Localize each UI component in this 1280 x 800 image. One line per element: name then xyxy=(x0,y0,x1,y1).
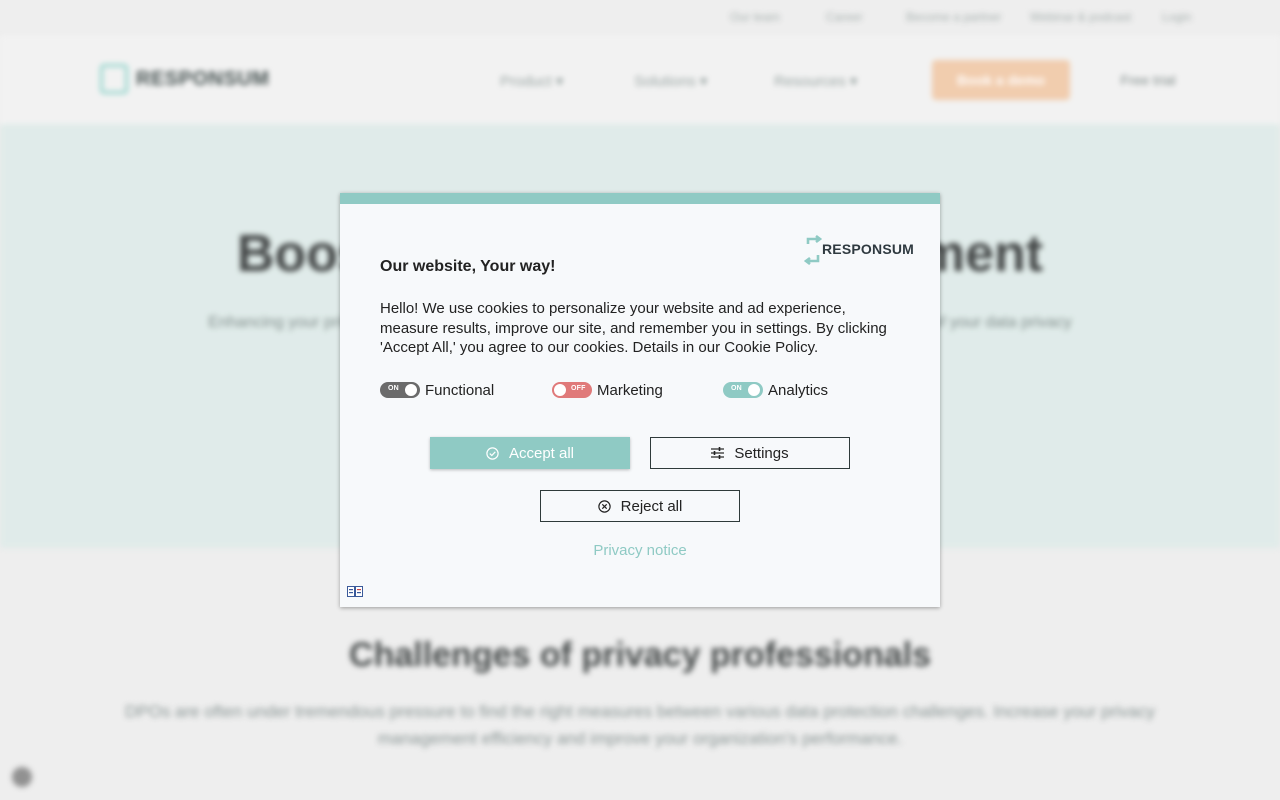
switch-state: ON xyxy=(731,385,742,392)
privacy-notice-link[interactable]: Privacy notice xyxy=(340,542,940,559)
toggle-label: Functional xyxy=(425,382,495,399)
sliders-icon xyxy=(711,447,725,459)
switch-knob xyxy=(553,383,567,397)
switch-knob xyxy=(404,383,418,397)
dialog-body: Hello! We use cookies to personalize you… xyxy=(380,300,887,357)
analytics-switch[interactable]: ON xyxy=(723,382,763,398)
reject-all-button[interactable]: Reject all xyxy=(540,490,740,522)
toggle-marketing[interactable]: OFF Marketing xyxy=(552,382,692,400)
dialog-title: Our website, Your way! xyxy=(380,258,556,275)
cookie-consent-dialog: RESPONSUM Our website, Your way! Hello! … xyxy=(340,193,940,607)
switch-state: ON xyxy=(388,385,399,392)
x-circle-icon xyxy=(597,499,611,513)
marketing-switch[interactable]: OFF xyxy=(552,382,592,398)
toggle-functional[interactable]: ON Functional xyxy=(380,382,520,400)
switch-knob xyxy=(747,383,761,397)
dialog-accent-bar xyxy=(340,193,940,204)
check-circle-icon xyxy=(486,446,499,460)
accept-all-label: Accept all xyxy=(508,444,575,462)
functional-switch[interactable]: ON xyxy=(380,382,420,398)
responsum-logo-icon xyxy=(803,234,823,266)
settings-label: Settings xyxy=(734,444,789,462)
responsum-logo: RESPONSUM xyxy=(803,234,914,266)
toggle-label: Analytics xyxy=(768,382,829,399)
toggle-analytics[interactable]: ON Analytics xyxy=(723,382,863,400)
reject-all-label: Reject all xyxy=(620,497,683,515)
logo-wordmark: RESPONSUM xyxy=(822,241,915,257)
settings-button[interactable]: Settings xyxy=(650,437,850,469)
toggle-label: Marketing xyxy=(597,382,663,399)
accept-all-button[interactable]: Accept all xyxy=(430,437,630,469)
language-icon[interactable] xyxy=(347,586,363,597)
switch-state: OFF xyxy=(571,385,586,392)
